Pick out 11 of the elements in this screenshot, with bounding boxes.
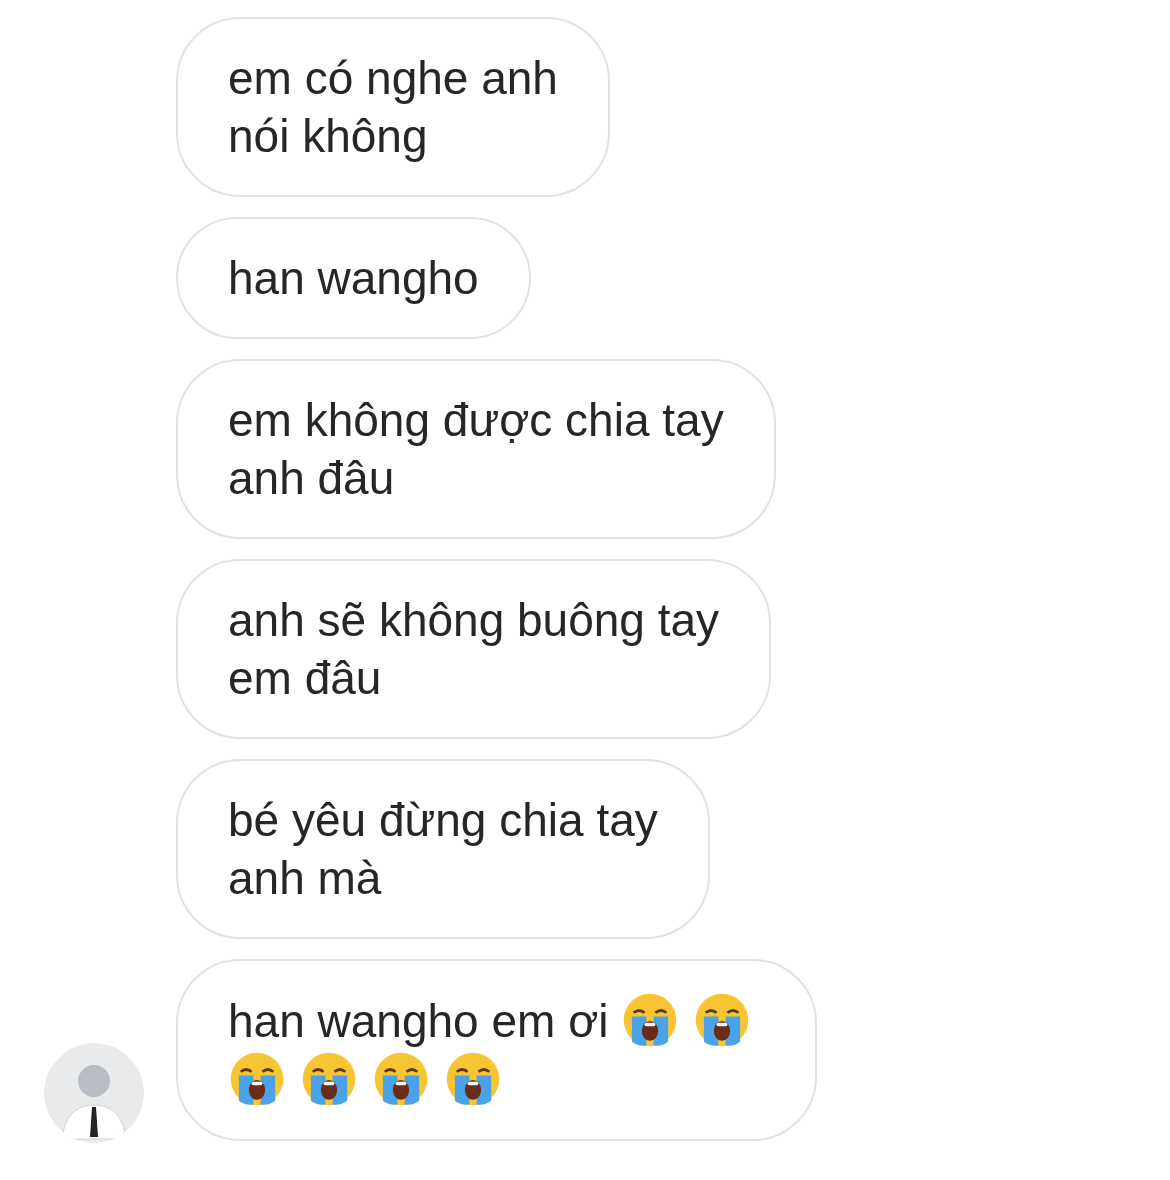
crying-face-icon [372, 1050, 430, 1108]
crying-face-icon [228, 1050, 286, 1108]
message-text: em không được chia tay anh đâu [228, 394, 724, 504]
crying-face-icon [444, 1050, 502, 1108]
message-text: bé yêu đừng chia tay anh mà [228, 794, 658, 904]
crying-face-icon [300, 1050, 358, 1108]
message-text: han wangho [228, 252, 479, 304]
message-text: em có nghe anh nói không [228, 52, 558, 162]
message-text: anh sẽ không buông tay em đâu [228, 594, 720, 704]
message-text: han wangho em ơi [228, 995, 610, 1047]
avatar-icon[interactable] [44, 1043, 144, 1143]
